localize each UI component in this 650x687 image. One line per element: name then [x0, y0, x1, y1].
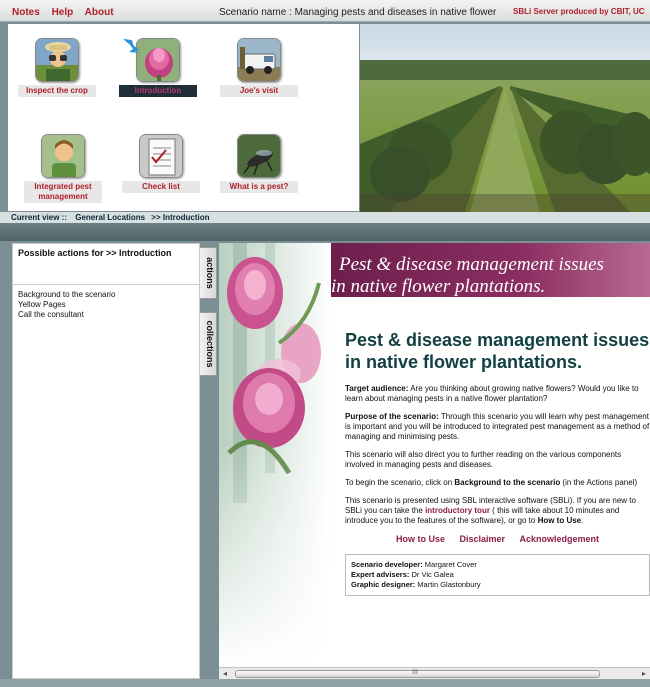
credit-designer: Graphic designer: Martin Glastonbury	[351, 580, 644, 590]
credit-value: Dr Vic Galea	[409, 570, 454, 579]
icon-label: Integrated pest management	[24, 181, 102, 203]
location-icons-panel: Inspect the crop Introduction Joe's visi…	[8, 24, 359, 211]
breadcrumb-general-locations[interactable]: General Locations	[75, 213, 145, 222]
bottom-bar	[0, 679, 650, 687]
how-to-use-bold: How to Use	[537, 516, 582, 525]
banner-line-1: Pest & disease management issues	[339, 254, 604, 275]
icon-what-is-a-pest[interactable]: What is a pest?	[220, 134, 298, 193]
action-call-consultant[interactable]: Call the consultant	[18, 310, 194, 320]
actions-list: Background to the scenario Yellow Pages …	[13, 285, 199, 325]
purpose: Purpose of the scenario: Through this sc…	[345, 412, 650, 442]
insect-icon	[237, 134, 281, 178]
target-audience: Target audience: Are you thinking about …	[345, 384, 650, 404]
top-menu-bar: Notes Help About Scenario name : Managin…	[0, 0, 650, 22]
icon-label: What is a pest?	[220, 181, 298, 193]
content-pane: Pest & disease management issues in nati…	[219, 243, 650, 667]
icon-label: Check list	[122, 181, 200, 193]
tab-actions-label: actions	[205, 257, 215, 289]
credit-label: Graphic designer:	[351, 580, 416, 589]
icon-check-list[interactable]: Check list	[122, 134, 200, 193]
paragraph-further-reading: This scenario will also direct you to fu…	[345, 450, 622, 469]
breadcrumb: Current view :: General Locations >> Int…	[0, 212, 650, 223]
intro-text: Pest & disease management issues in nati…	[345, 329, 650, 596]
credit-advisers: Expert advisers: Dr Vic Galea	[351, 570, 644, 580]
scroll-right-arrow-icon[interactable]: ▸	[642, 669, 646, 678]
credit-value: Margaret Cover	[422, 560, 477, 569]
actions-header: Possible actions for >> Introduction	[13, 244, 199, 285]
action-yellow-pages[interactable]: Yellow Pages	[18, 300, 194, 310]
breadcrumb-introduction[interactable]: >> Introduction	[151, 213, 209, 222]
icon-introduction[interactable]: Introduction	[119, 38, 197, 97]
menu-help[interactable]: Help	[52, 7, 74, 18]
banner: Pest & disease management issues in nati…	[331, 243, 650, 297]
scroll-left-arrow-icon[interactable]: ◂	[223, 669, 227, 678]
scroll-thumb[interactable]: III	[235, 669, 600, 678]
menu-about[interactable]: About	[85, 7, 114, 18]
action-background-to-scenario[interactable]: Background to the scenario	[18, 290, 194, 300]
checklist-icon	[139, 134, 183, 178]
icon-label: Inspect the crop	[18, 85, 96, 97]
credit-value: Martin Glastonbury	[415, 580, 481, 589]
icon-label: Joe's visit	[220, 85, 298, 97]
icon-integrated-pest-management[interactable]: Integrated pest management	[24, 134, 102, 203]
icon-label: Introduction	[119, 85, 197, 97]
credit-label: Scenario developer:	[351, 560, 423, 569]
menu: Notes Help About	[12, 7, 123, 18]
begin-text-a: To begin the scenario, click on	[345, 478, 455, 487]
tab-collections[interactable]: collections	[200, 312, 217, 376]
page-title: Pest & disease management issues in nati…	[345, 330, 650, 372]
banner-line-2: in native flower plantations.	[331, 276, 546, 297]
man-with-binoculars-icon	[35, 38, 79, 82]
sbli-text-d: .	[581, 516, 584, 525]
target-label: Target audience:	[345, 384, 409, 393]
paragraph-begin: To begin the scenario, click on Backgrou…	[345, 478, 650, 488]
breadcrumb-prefix: Current view ::	[11, 213, 68, 222]
tab-collections-label: collections	[205, 320, 215, 368]
scenario-name: Scenario name : Managing pests and disea…	[219, 7, 497, 18]
person-icon	[41, 134, 85, 178]
how-to-use-link[interactable]: How to Use	[396, 534, 445, 544]
scroll-grip: III	[412, 669, 418, 676]
acknowledgement-link[interactable]: Acknowledgement	[520, 534, 600, 544]
arrow-icon	[123, 38, 140, 53]
begin-text-c: (in the Actions panel)	[560, 478, 638, 487]
purpose-label: Purpose of the scenario:	[345, 412, 439, 421]
tab-actions[interactable]: actions	[200, 247, 217, 299]
footer-links: How to Use Disclaimer Acknowledgement	[345, 534, 650, 544]
menu-notes[interactable]: Notes	[12, 7, 40, 18]
introductory-tour-link[interactable]: introductory tour	[425, 506, 490, 515]
truck-icon	[237, 38, 281, 82]
server-credit: SBLi Server produced by CBIT, UC	[513, 7, 645, 16]
credits-box: Scenario developer: Margaret Cover Exper…	[345, 554, 650, 596]
credit-developer: Scenario developer: Margaret Cover	[351, 560, 644, 570]
paragraph-sbli: This scenario is presented using SBL int…	[345, 496, 650, 526]
divider-strip	[0, 223, 650, 241]
actions-panel: Possible actions for >> Introduction Bac…	[12, 243, 200, 679]
disclaimer-link[interactable]: Disclaimer	[459, 534, 505, 544]
icon-joes-visit[interactable]: Joe's visit	[220, 38, 298, 97]
begin-bold: Background to the scenario	[454, 478, 561, 487]
flower-decoration	[219, 243, 331, 667]
icon-inspect-crop[interactable]: Inspect the crop	[18, 38, 96, 97]
horizontal-scrollbar[interactable]: ◂ III ▸	[219, 667, 650, 679]
plantation-photo	[360, 24, 650, 212]
credit-label: Expert advisers:	[351, 570, 410, 579]
